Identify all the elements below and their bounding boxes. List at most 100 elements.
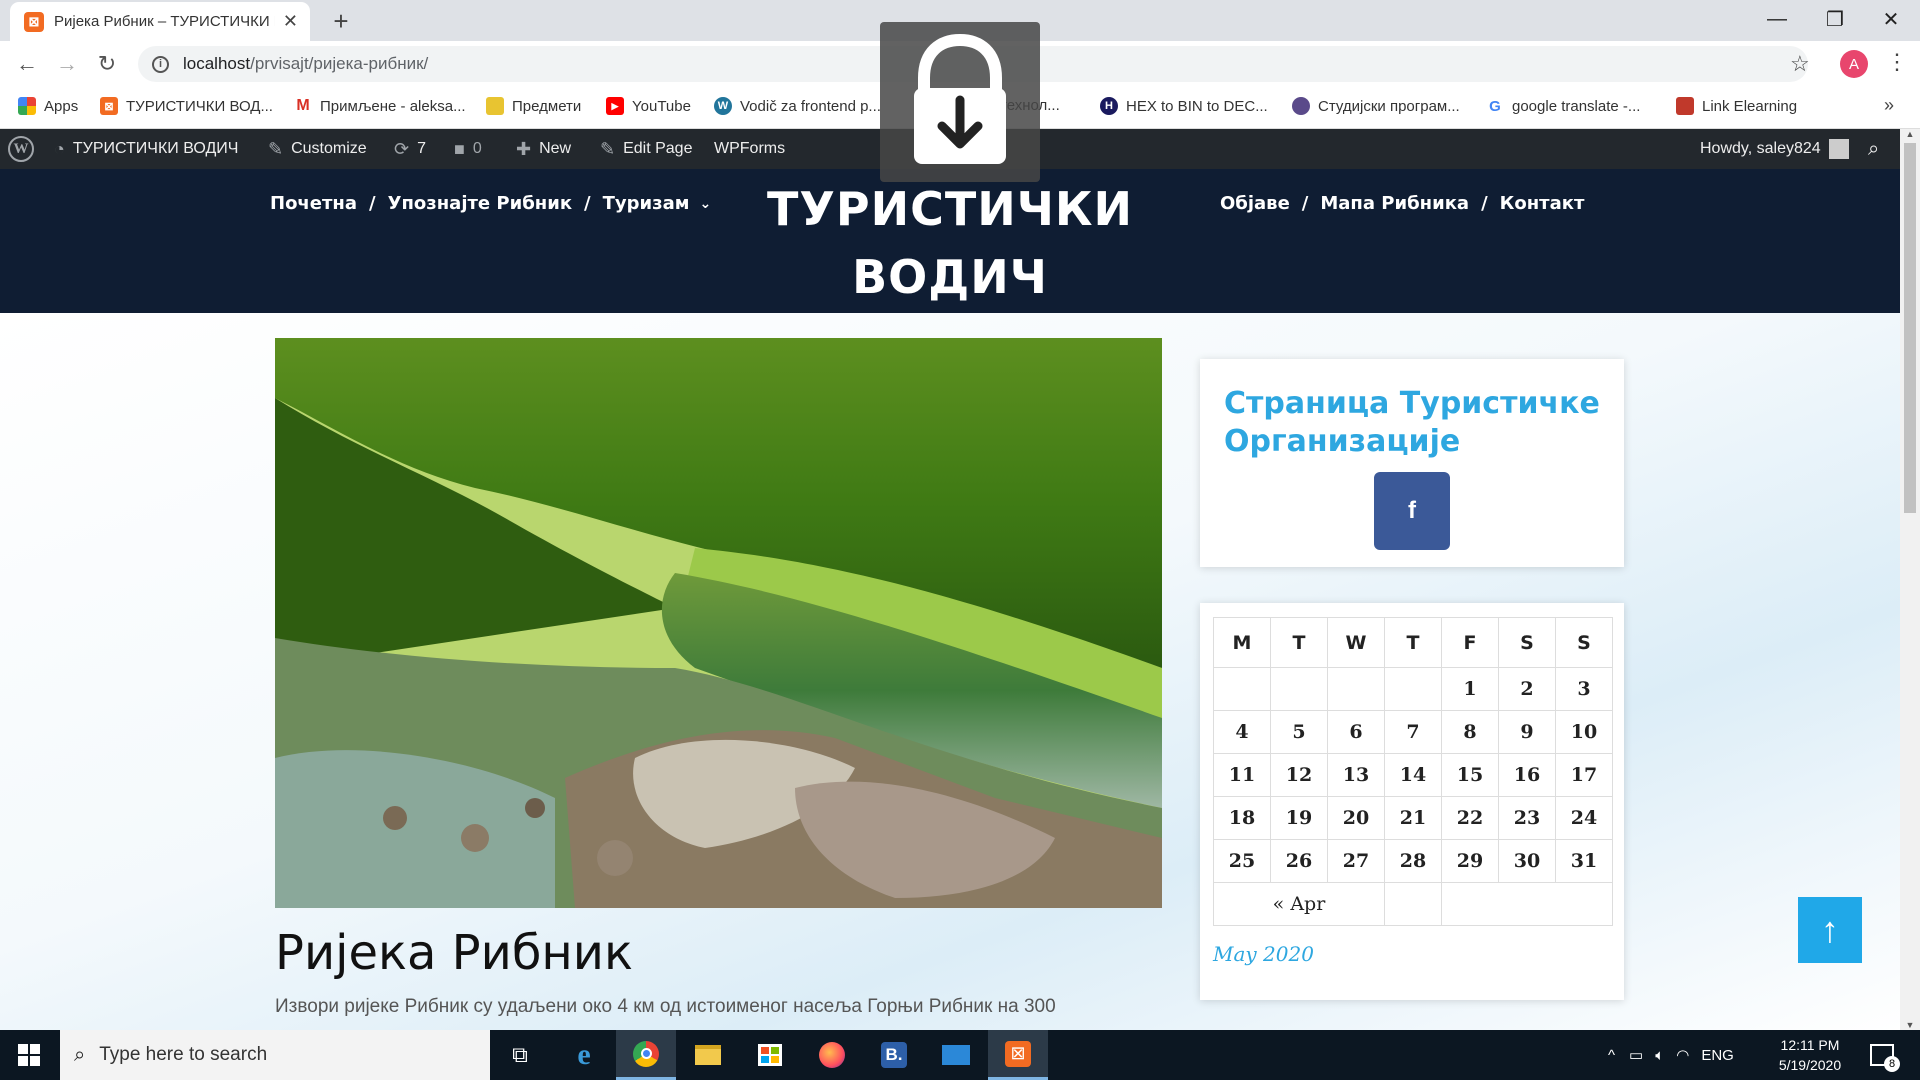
- bookmark-apps[interactable]: Apps: [18, 97, 78, 115]
- admin-search-icon[interactable]: ⌕: [1868, 129, 1887, 169]
- menu-item-home[interactable]: Почетна: [270, 193, 357, 214]
- battery-icon[interactable]: ▭: [1629, 1046, 1643, 1064]
- minimize-button[interactable]: —: [1748, 0, 1806, 38]
- chevron-up-icon[interactable]: ^: [1608, 1047, 1615, 1064]
- bookmark-item[interactable]: Ggoogle translate -...: [1486, 97, 1640, 115]
- bookmark-star-icon[interactable]: ☆: [1790, 51, 1810, 77]
- admin-customize[interactable]: ✎ Customize: [268, 129, 367, 169]
- primary-menu-right: Објаве / Мапа Рибника / Контакт: [1220, 193, 1584, 214]
- new-tab-button[interactable]: +: [326, 6, 356, 36]
- close-window-button[interactable]: ✕: [1862, 0, 1920, 38]
- bookmark-item[interactable]: Предмети: [486, 97, 581, 115]
- restore-button[interactable]: ❐: [1806, 0, 1864, 38]
- bookmark-item[interactable]: Студијски програм...: [1292, 97, 1460, 115]
- admin-edit-page[interactable]: ✎ Edit Page: [600, 129, 692, 169]
- bookmark-item[interactable]: ▶ YouTube: [606, 97, 691, 115]
- scroll-down-arrow-icon[interactable]: ▼: [1900, 1020, 1920, 1030]
- calendar-week: 25 26 27 28 29 30 31: [1213, 839, 1613, 883]
- calendar-day: 12: [1270, 753, 1328, 797]
- scroll-to-top-button[interactable]: ↑: [1798, 897, 1862, 963]
- profile-avatar[interactable]: A: [1840, 50, 1868, 78]
- calendar-day: 11: [1213, 753, 1271, 797]
- comment-icon: ■: [454, 138, 465, 159]
- taskbar-search[interactable]: ⌕ Type here to search: [60, 1030, 490, 1080]
- calendar-day: 5: [1270, 710, 1328, 754]
- brush-icon: ✎: [268, 138, 284, 159]
- bookmark-item[interactable]: W Vodič za frontend p...: [714, 97, 881, 115]
- calendar-day: 6: [1327, 710, 1385, 754]
- bookmark-item[interactable]: Link Elearning: [1676, 97, 1797, 115]
- menu-item-posts[interactable]: Објаве: [1220, 193, 1290, 214]
- post-title: Ријека Рибник: [275, 925, 633, 981]
- admin-account[interactable]: Howdy, saley824: [1700, 129, 1849, 169]
- system-clock[interactable]: 12:11 PM 5/19/2020: [1760, 1035, 1860, 1075]
- notification-center[interactable]: 8: [1870, 1030, 1900, 1080]
- admin-comments[interactable]: ■ 0: [454, 129, 482, 169]
- site-info-icon[interactable]: i: [152, 55, 169, 73]
- chevron-down-icon[interactable]: ⌄: [699, 196, 711, 212]
- reload-button[interactable]: ↻: [92, 49, 122, 79]
- wifi-icon[interactable]: ◠: [1676, 1046, 1689, 1064]
- menu-item-map[interactable]: Мапа Рибника: [1320, 193, 1469, 214]
- bookmark-item[interactable]: M Примљене - aleksa...: [294, 97, 466, 115]
- chrome-icon[interactable]: [616, 1030, 676, 1080]
- calendar-day-header: S: [1555, 617, 1613, 668]
- mail-icon[interactable]: [926, 1030, 986, 1080]
- calendar-day: 20: [1327, 796, 1385, 840]
- menu-item-tourism[interactable]: Туризам: [603, 193, 690, 214]
- calendar-day: 23: [1498, 796, 1556, 840]
- plus-icon: ✚: [516, 138, 532, 159]
- menu-item-contact[interactable]: Контакт: [1500, 193, 1585, 214]
- arrow-up-icon: ↑: [1821, 909, 1839, 950]
- bookmarks-overflow-icon[interactable]: »: [1884, 95, 1894, 116]
- firefox-icon[interactable]: [802, 1030, 862, 1080]
- admin-site-name[interactable]: ◔ ТУРИСТИЧКИ ВОДИЧ: [54, 129, 238, 169]
- volume-icon[interactable]: 🔈︎: [1655, 1047, 1664, 1064]
- calendar-widget: M T W T F S S 1 2 3 4 5 6 7 8 9 10 11 12…: [1200, 603, 1624, 1000]
- bookmark-item[interactable]: H HEX to BIN to DEC...: [1100, 97, 1268, 115]
- wordpress-menu[interactable]: W: [8, 129, 34, 169]
- calendar-nav-row: « Apr: [1213, 882, 1613, 926]
- file-explorer-icon[interactable]: [678, 1030, 738, 1080]
- calendar-day-header: S: [1498, 617, 1556, 668]
- apps-grid-icon: [18, 97, 36, 115]
- scrollbar-thumb[interactable]: [1904, 143, 1916, 513]
- facebook-widget: Страница Туристичке Организације f: [1200, 359, 1624, 567]
- admin-new[interactable]: ✚ New: [516, 129, 571, 169]
- calendar-day: 3: [1555, 667, 1613, 711]
- task-view-icon[interactable]: ⧉: [490, 1030, 550, 1080]
- admin-wpforms[interactable]: WPForms: [714, 129, 785, 169]
- site-title[interactable]: ТУРИСТИЧКИ ВОДИЧ: [740, 175, 1160, 311]
- calendar-prev-link[interactable]: « Apr: [1213, 882, 1385, 926]
- windows-taskbar: ⌕ Type here to search ⧉ e B. ⊠ ^ ▭ 🔈︎ ◠ …: [0, 1030, 1920, 1080]
- facebook-button[interactable]: f: [1374, 472, 1450, 550]
- gmail-icon: M: [294, 97, 312, 115]
- calendar-day-header: T: [1384, 617, 1442, 668]
- bookmark-item[interactable]: ⊠ ТУРИСТИЧКИ ВОД...: [100, 97, 273, 115]
- calendar-caption: May 2020: [1213, 942, 1314, 966]
- calendar-day: 7: [1384, 710, 1442, 754]
- back-button[interactable]: ←: [12, 49, 42, 79]
- xampp-icon[interactable]: ⊠: [988, 1030, 1048, 1080]
- search-icon: ⌕: [1868, 137, 1880, 160]
- browser-menu-icon[interactable]: ⋮: [1886, 49, 1908, 75]
- scroll-up-arrow-icon[interactable]: ▲: [1900, 129, 1920, 139]
- edge-icon[interactable]: e: [554, 1030, 614, 1080]
- browser-tab[interactable]: ⊠ Ријека Рибник – ТУРИСТИЧКИ ВОДИЧ ✕: [10, 2, 310, 41]
- close-tab-icon[interactable]: ✕: [283, 11, 298, 32]
- download-overlay: [880, 22, 1040, 182]
- language-indicator[interactable]: ENG: [1701, 1047, 1734, 1064]
- clock-date: 5/19/2020: [1778, 1057, 1842, 1073]
- forward-button[interactable]: →: [52, 49, 82, 79]
- calendar-day-header: T: [1270, 617, 1328, 668]
- page-scrollbar[interactable]: ▲ ▼: [1900, 129, 1920, 1030]
- store-icon[interactable]: [740, 1030, 800, 1080]
- menu-item-about[interactable]: Упознајте Рибник: [388, 193, 572, 214]
- start-button[interactable]: [0, 1030, 58, 1080]
- calendar-day: 31: [1555, 839, 1613, 883]
- admin-updates[interactable]: ⟳ 7: [394, 129, 426, 169]
- bitwarden-icon[interactable]: B.: [864, 1030, 924, 1080]
- calendar-day: 25: [1213, 839, 1271, 883]
- calendar-day: 2: [1498, 667, 1556, 711]
- calendar-week: 18 19 20 21 22 23 24: [1213, 796, 1613, 840]
